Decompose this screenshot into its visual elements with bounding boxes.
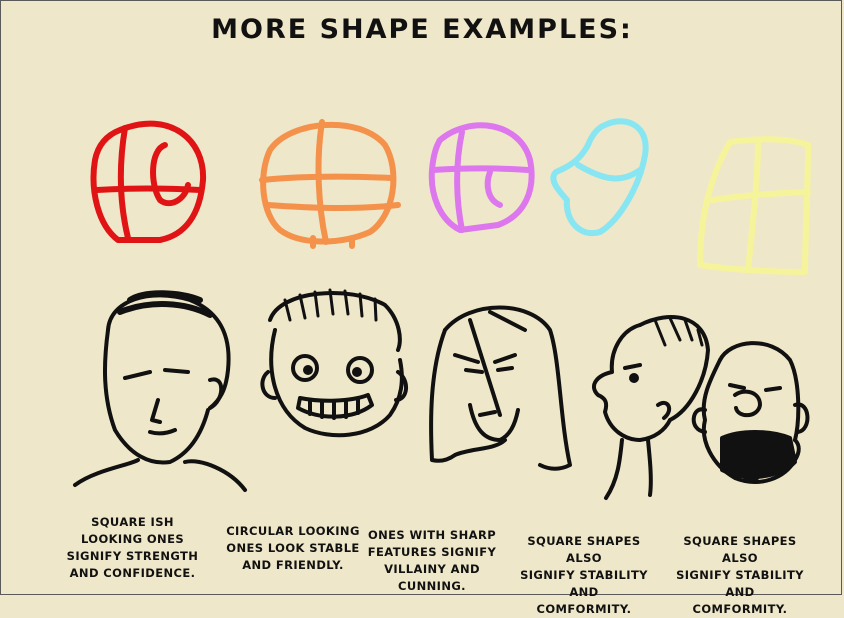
face-square: [691, 341, 810, 484]
caption-line: looking ones: [80, 532, 185, 546]
caption-line: signify stability and: [676, 568, 804, 599]
caption-line: square ish: [91, 515, 174, 529]
shape-bean: [550, 118, 649, 237]
shape-square-ish: [90, 120, 207, 243]
illustration: [73, 118, 811, 500]
shape-circular: [259, 119, 401, 249]
caption-circular: circular looking ones look stable and fr…: [218, 523, 368, 574]
caption-line: square shapes also: [527, 534, 641, 565]
face-sharp: [429, 305, 572, 471]
caption-line: ones look stable: [226, 541, 360, 555]
caption-line: features signify: [367, 545, 497, 559]
caption-sharp: ones with sharp features signify villain…: [352, 527, 512, 595]
caption-line: comformity.: [536, 602, 632, 616]
caption-line: ones with sharp: [367, 528, 497, 542]
caption-line: villainy and cunning.: [384, 562, 480, 593]
caption-line: square shapes also: [683, 534, 797, 565]
shape-sharp: [428, 122, 535, 233]
caption-square: square shapes also signify stability and…: [664, 533, 816, 618]
caption-bean: square shapes also signify stability and…: [508, 533, 660, 618]
caption-line: signify stability and: [520, 568, 648, 599]
caption-line: and friendly.: [242, 558, 344, 572]
caption-square-ish: square ish looking ones signify strength…: [60, 514, 205, 582]
caption-line: and confidence.: [69, 566, 196, 580]
face-bean: [592, 315, 710, 500]
caption-line: comformity.: [692, 602, 788, 616]
shape-square: [697, 136, 811, 275]
face-square-ish: [73, 290, 247, 492]
caption-line: circular looking: [226, 524, 360, 538]
caption-line: signify strength: [66, 549, 199, 563]
face-circular: [260, 288, 408, 438]
